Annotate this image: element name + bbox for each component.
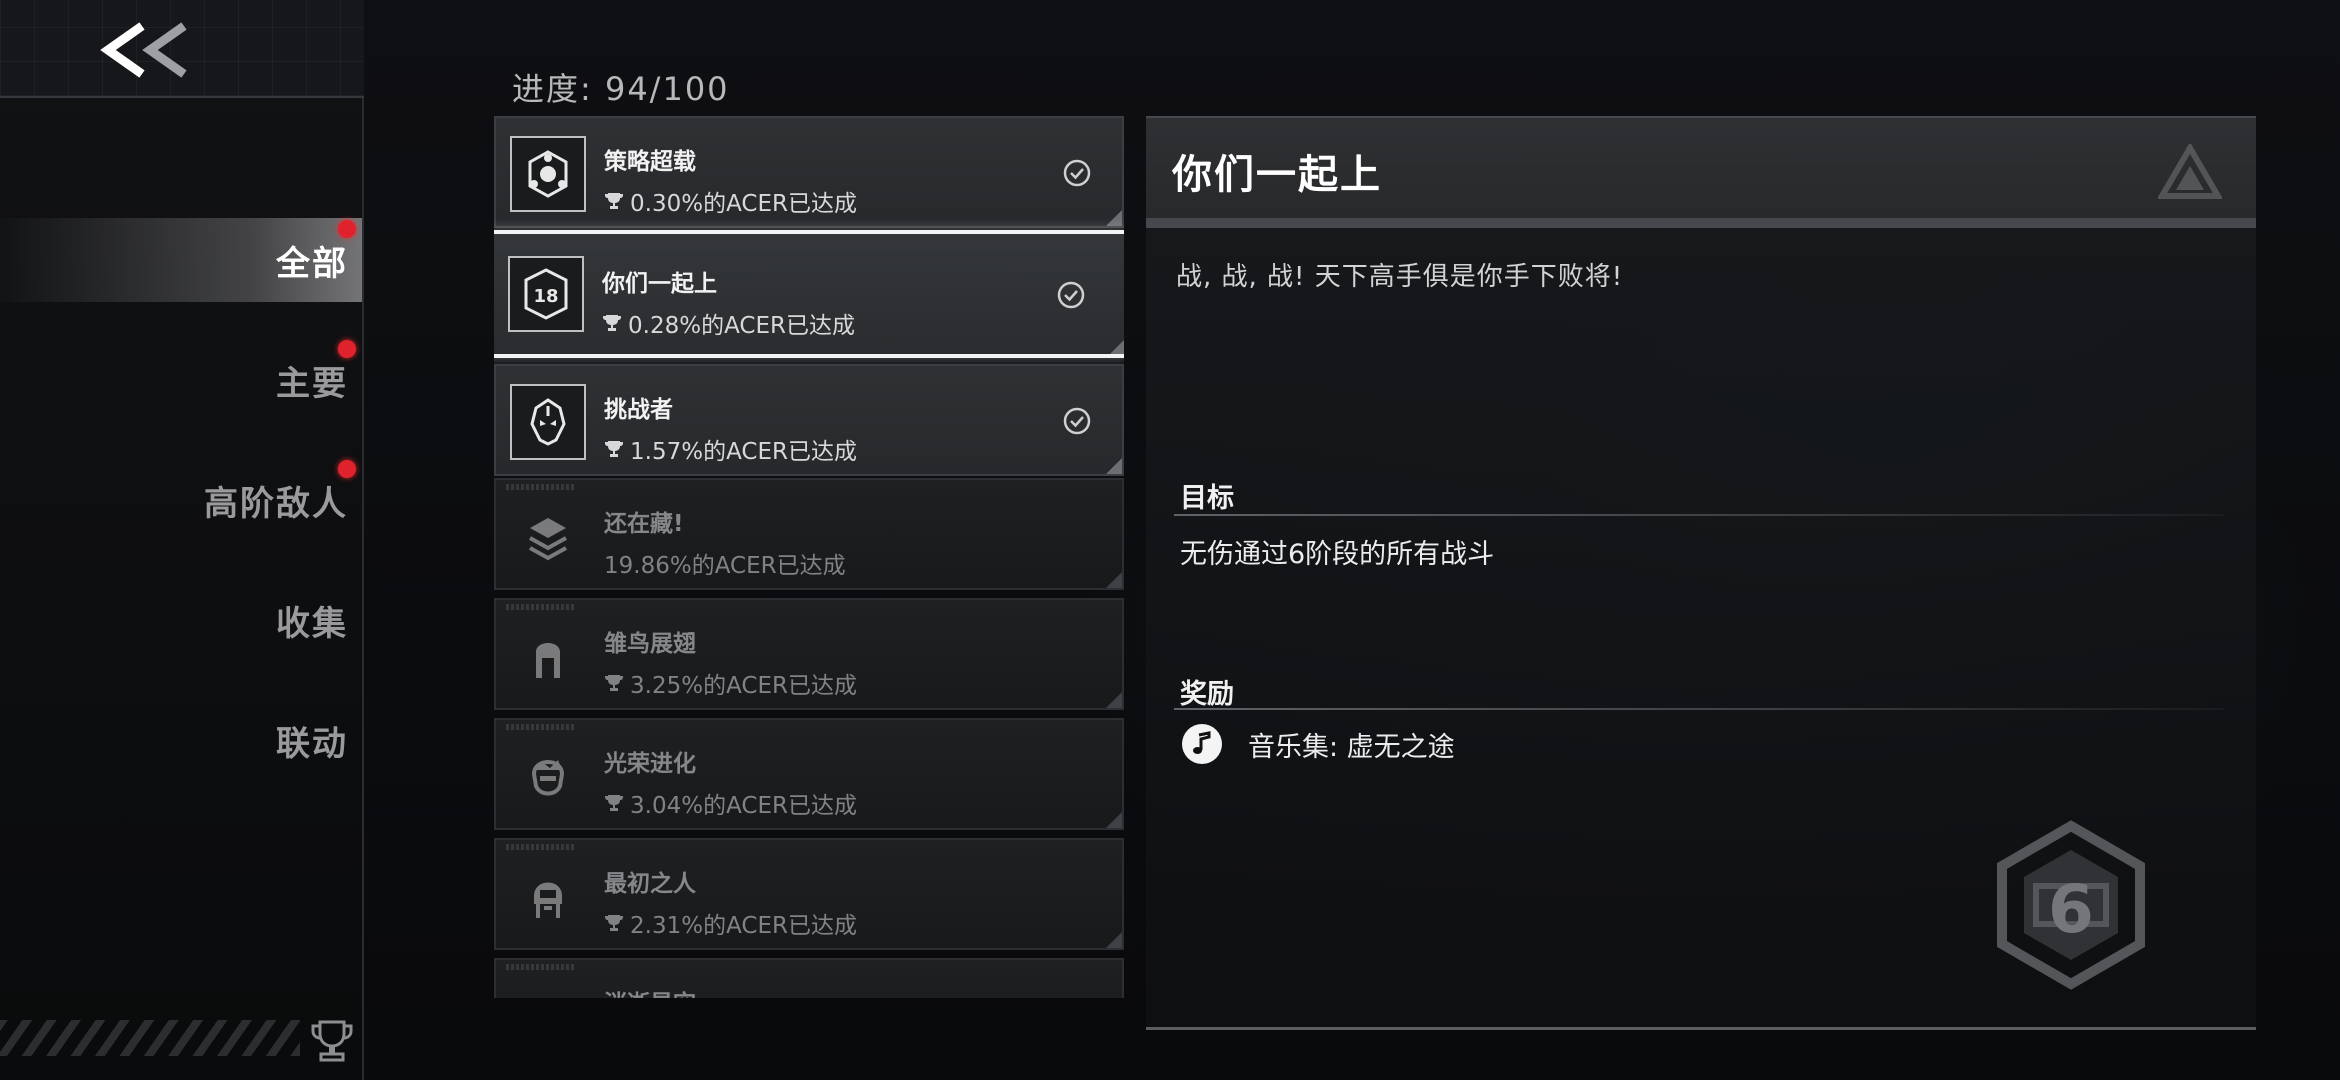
reward-label: 奖励 — [1180, 679, 1234, 710]
achievement-rate-text: 3.25%的ACER已达成 — [630, 673, 857, 699]
achievement-title: 你们一起上 — [602, 271, 717, 297]
sidebar-item-collab[interactable]: 联动 — [0, 698, 362, 782]
decorative-tag — [506, 844, 576, 850]
double-chevron-left-icon — [100, 22, 187, 78]
achievement-title: 还在藏! — [604, 511, 684, 537]
stack-icon — [529, 518, 567, 561]
back-button[interactable] — [96, 18, 196, 82]
achievement-title: 策略超载 — [604, 149, 696, 175]
sidebar-item-label: 主要 — [276, 363, 348, 404]
sidebar-item-main[interactable]: 主要 — [0, 338, 362, 422]
notification-dot — [338, 460, 356, 478]
detail-title: 你们一起上 — [1172, 152, 1382, 198]
achievement-detail-panel: 你们一起上 战, 战, 战! 天下高手俱是你手下败将! 目标 无伤通过6阶段的所… — [1146, 116, 2256, 1030]
goal-text: 无伤通过6阶段的所有战斗 — [1180, 539, 1495, 570]
achievements-screen: 全部 主要 高阶敌人 收集 联动 进度: 94/100 策略超载 0.30%的A… — [0, 0, 2340, 1080]
svg-text:18: 18 — [533, 286, 558, 307]
trophy-icon — [605, 193, 623, 209]
divider — [1174, 514, 2224, 516]
decorative-tag — [506, 724, 576, 730]
portrait-helmet-icon — [534, 882, 562, 918]
portrait-girl-icon — [536, 643, 560, 678]
decorative-tag — [506, 964, 576, 970]
achievement-badge — [510, 136, 586, 212]
achievement-rate-text: 0.28%的ACER已达成 — [628, 313, 855, 339]
decorative-tag — [506, 604, 576, 610]
achievement-title: 挑战者 — [604, 397, 673, 423]
decorative-stripes — [0, 1020, 300, 1056]
check-circle-icon — [1063, 407, 1091, 435]
notification-dot — [338, 340, 356, 358]
number-18-icon: 18 — [524, 268, 568, 320]
sidebar-item-label: 全部 — [276, 243, 348, 284]
achievement-title: 最初之人 — [604, 871, 696, 897]
reward-item: 音乐集: 虚无之途 — [1182, 722, 1455, 766]
achievement-rate: 19.86%的ACER已达成 — [604, 546, 846, 580]
hex-emblem-icon — [528, 150, 568, 198]
achievement-item-locked[interactable]: 还在藏! 19.86%的ACER已达成 — [494, 478, 1124, 590]
achievement-list[interactable]: 策略超载 0.30%的ACER已达成 18 你们一起上 0.28%的ACER已达… — [494, 114, 1124, 998]
achievement-rate: 1.57%的ACER已达成 — [604, 432, 857, 466]
trophy-icon — [311, 1020, 353, 1062]
stage-badge: 6 — [1986, 820, 2156, 990]
achievement-rate: 3.04%的ACER已达成 — [604, 786, 857, 820]
achievement-rate-text: 2.31%的ACER已达成 — [630, 913, 857, 939]
sidebar-item-collection[interactable]: 收集 — [0, 578, 362, 662]
achievement-item[interactable]: 挑战者 1.57%的ACER已达成 — [494, 364, 1124, 476]
achievement-rate: 0.30%的ACER已达成 — [604, 184, 857, 218]
achievement-rate-text: 0.30%的ACER已达成 — [630, 191, 857, 217]
achievement-rate-text: 3.04%的ACER已达成 — [630, 793, 857, 819]
trophy-icon — [603, 315, 621, 331]
reward-text: 音乐集: 虚无之途 — [1248, 731, 1455, 763]
notification-dot — [338, 220, 356, 238]
sidebar-item-label: 高阶敌人 — [204, 483, 348, 524]
achievement-title: 雏鸟展翅 — [604, 631, 696, 657]
achievement-rate: 0.28%的ACER已达成 — [602, 306, 855, 340]
achievement-item-locked[interactable]: 消逝星空 — [494, 958, 1124, 998]
achievement-title: 光荣进化 — [604, 751, 696, 777]
sidebar-item-label: 收集 — [276, 603, 348, 644]
achievement-badge — [510, 498, 586, 574]
achievement-rate: 2.31%的ACER已达成 — [604, 906, 857, 940]
achievement-item-locked[interactable]: 最初之人 2.31%的ACER已达成 — [494, 838, 1124, 950]
divider — [1174, 708, 2224, 710]
achievement-rate-text: 19.86%的ACER已达成 — [604, 553, 846, 579]
achievement-item-selected[interactable]: 18 你们一起上 0.28%的ACER已达成 — [494, 230, 1124, 358]
achievement-item[interactable]: 策略超载 0.30%的ACER已达成 — [494, 116, 1124, 228]
game-logo-icon — [2158, 144, 2222, 199]
sidebar: 全部 主要 高阶敌人 收集 联动 — [0, 0, 364, 1080]
hexagon-number-icon: 6 — [1997, 820, 2145, 990]
ring-icon — [520, 988, 576, 998]
trophy-icon — [605, 915, 623, 931]
achievement-badge — [510, 618, 586, 694]
portrait-boy-icon — [531, 760, 565, 796]
goal-label: 目标 — [1180, 483, 1234, 514]
achievement-item-locked[interactable]: 光荣进化 3.04%的ACER已达成 — [494, 718, 1124, 830]
check-circle-icon — [1057, 281, 1085, 309]
sidebar-item-elite-enemies[interactable]: 高阶敌人 — [0, 458, 362, 542]
check-circle-icon — [1063, 159, 1091, 187]
decorative-tag — [506, 484, 576, 490]
mask-icon — [530, 398, 566, 446]
sidebar-item-all[interactable]: 全部 — [0, 218, 362, 302]
trophy-icon — [605, 441, 623, 457]
achievement-badge — [510, 978, 586, 998]
achievement-rate-text: 1.57%的ACER已达成 — [630, 439, 857, 465]
music-note-icon — [1182, 724, 1222, 764]
achievement-rate: 3.25%的ACER已达成 — [604, 666, 857, 700]
achievement-badge — [510, 858, 586, 934]
progress-label: 进度: 94/100 — [512, 70, 730, 108]
detail-description: 战, 战, 战! 天下高手俱是你手下败将! — [1176, 262, 1624, 292]
achievement-badge — [510, 738, 586, 814]
sidebar-item-label: 联动 — [276, 723, 348, 764]
achievement-badge — [510, 384, 586, 460]
detail-header-bar — [1146, 218, 2256, 228]
badge-number: 6 — [2048, 871, 2094, 948]
detail-header: 你们一起上 — [1146, 116, 2256, 228]
achievement-item-locked[interactable]: 雏鸟展翅 3.25%的ACER已达成 — [494, 598, 1124, 710]
trophy-icon — [605, 675, 623, 691]
achievement-title: 消逝星空 — [604, 984, 696, 998]
achievement-badge: 18 — [508, 256, 584, 332]
trophy-icon — [605, 795, 623, 811]
